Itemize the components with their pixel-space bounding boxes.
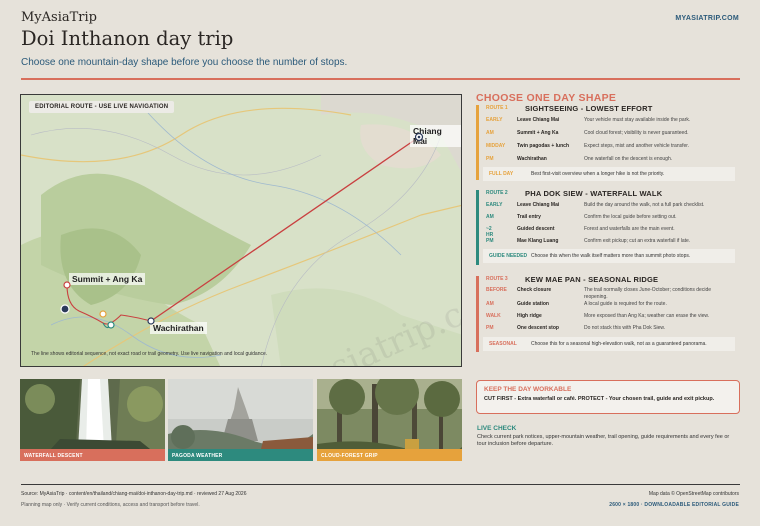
- planning-line: Planning map only · Verify current condi…: [21, 502, 200, 508]
- route-title: PHA DOK SIEW - WATERFALL WALK: [525, 189, 663, 198]
- route-2-card[interactable]: ROUTE 2 PHA DOK SIEW - WATERFALL WALK EA…: [476, 189, 740, 265]
- photo-caption: CLOUD-FOREST GRIP: [317, 449, 462, 461]
- format-label: 2600 × 1800 · DOWNLOADABLE EDITORIAL GUI…: [609, 502, 739, 508]
- page-subtitle: Choose one mountain-day shape before you…: [21, 57, 348, 68]
- route-title: KEW MAE PAN - SEASONAL RIDGE: [525, 275, 659, 284]
- photo-caption: WATERFALL DESCENT: [20, 449, 165, 461]
- route-tag: ROUTE 1: [486, 105, 508, 111]
- photo-caption: PAGODA WEATHER: [168, 449, 313, 461]
- source-line: Source: MyAsiaTrip · content/en/thailand…: [21, 491, 247, 497]
- map-credit: Map data © OpenStreetMap contributors: [648, 491, 739, 497]
- route-tag: ROUTE 3: [486, 276, 508, 282]
- place-summit-ang-ka[interactable]: Summit + Ang Ka: [69, 273, 146, 285]
- panel-heading: CHOOSE ONE DAY SHAPE: [476, 92, 617, 104]
- map-label: EDITORIAL ROUTE - USE LIVE NAVIGATION: [29, 101, 175, 113]
- route-footnote: SEASONAL Choose this for a seasonal high-…: [483, 337, 735, 351]
- photo-pagoda[interactable]: PAGODA WEATHER: [168, 379, 313, 461]
- route-3-card[interactable]: ROUTE 3 KEW MAE PAN - SEASONAL RIDGE BEF…: [476, 275, 740, 352]
- site-url[interactable]: MYASIATRIP.COM: [675, 15, 739, 22]
- route-footnote: GUIDE NEEDED Choose this when the walk it…: [483, 249, 735, 263]
- route-1-card[interactable]: ROUTE 1 SIGHTSEEING - LOWEST EFFORT EARL…: [476, 104, 740, 181]
- photo-cloud-forest[interactable]: CLOUD-FOREST GRIP: [317, 379, 462, 461]
- map-note: The line shows editorial sequence, not e…: [31, 351, 268, 357]
- place-wachirathan[interactable]: Wachirathan: [150, 322, 207, 334]
- route-map[interactable]: myasiatrip.com EDITORIAL ROUTE - USE LIV…: [20, 94, 462, 367]
- live-check-body: Check current park notices, upper-mounta…: [477, 434, 730, 447]
- day-shape-panel: CHOOSE ONE DAY SHAPE ROUTE 1 SIGHTSEEING…: [476, 92, 740, 352]
- photo-waterfall[interactable]: WATERFALL DESCENT: [20, 379, 165, 461]
- keep-day-workable-box: KEEP THE DAY WORKABLE CUT FIRST - Extra …: [476, 380, 740, 414]
- route-footnote: FULL DAY Best first-visit overview when a…: [483, 167, 735, 181]
- route-title: SIGHTSEEING - LOWEST EFFORT: [525, 104, 653, 113]
- place-chiang-mai[interactable]: Chiang Mai: [410, 125, 461, 147]
- page-title: Doi Inthanon day trip: [21, 27, 234, 50]
- brand-name: MyAsiaTrip: [21, 10, 97, 25]
- route-tag: ROUTE 2: [486, 190, 508, 196]
- live-check-heading: LIVE CHECK: [477, 425, 517, 432]
- header-divider: [21, 78, 740, 80]
- workable-heading: KEEP THE DAY WORKABLE: [484, 386, 572, 393]
- footer-divider: [21, 484, 740, 485]
- workable-body: CUT FIRST - Extra waterfall or café. PRO…: [484, 396, 715, 402]
